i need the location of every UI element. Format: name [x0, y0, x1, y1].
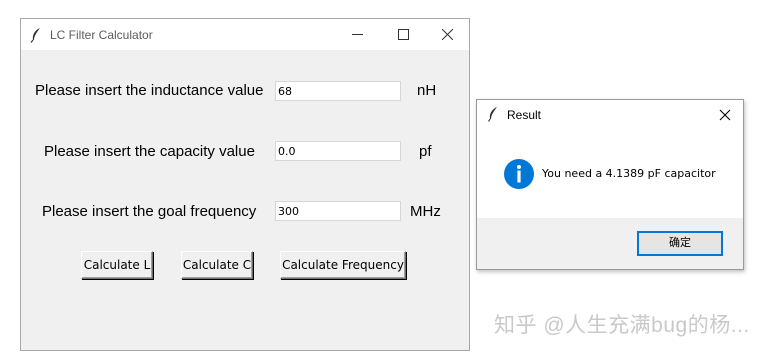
minimize-icon: [352, 34, 363, 35]
capacity-unit: pf: [419, 143, 432, 160]
feather-icon: [487, 106, 499, 122]
capacity-label: Please insert the capacity value: [44, 143, 255, 160]
close-icon: [719, 109, 731, 121]
close-button[interactable]: [425, 19, 469, 50]
result-dialog: Result You need a 4.1389 pF capacitor 确定: [476, 99, 744, 270]
result-message: You need a 4.1389 pF capacitor: [542, 167, 716, 180]
info-icon: [503, 158, 535, 190]
window-title: LC Filter Calculator: [50, 28, 153, 42]
inductance-input[interactable]: [275, 81, 401, 101]
capacity-input[interactable]: [275, 141, 401, 161]
main-window: LC Filter Calculator Please insert the i…: [20, 18, 470, 351]
dialog-title: Result: [507, 108, 542, 122]
calculate-c-button[interactable]: Calculate C: [181, 251, 253, 279]
watermark: 知乎 @人生充满bug的杨...: [494, 314, 750, 337]
frequency-unit: MHz: [410, 203, 441, 220]
calculate-frequency-button[interactable]: Calculate Frequency: [280, 251, 406, 279]
dialog-close-button[interactable]: [717, 107, 733, 123]
minimize-button[interactable]: [335, 19, 379, 50]
maximize-button[interactable]: [381, 19, 425, 50]
frequency-label: Please insert the goal frequency: [42, 203, 257, 220]
feather-icon: [29, 27, 43, 43]
dialog-footer: 确定: [477, 218, 743, 269]
ok-button[interactable]: 确定: [637, 231, 723, 256]
inductance-label: Please insert the inductance value: [35, 82, 264, 99]
calculate-l-button[interactable]: Calculate L: [81, 251, 153, 279]
title-bar[interactable]: LC Filter Calculator: [21, 19, 469, 50]
close-icon: [442, 29, 453, 40]
frequency-input[interactable]: [275, 201, 401, 221]
maximize-icon: [398, 29, 409, 40]
inductance-unit: nH: [417, 82, 437, 99]
